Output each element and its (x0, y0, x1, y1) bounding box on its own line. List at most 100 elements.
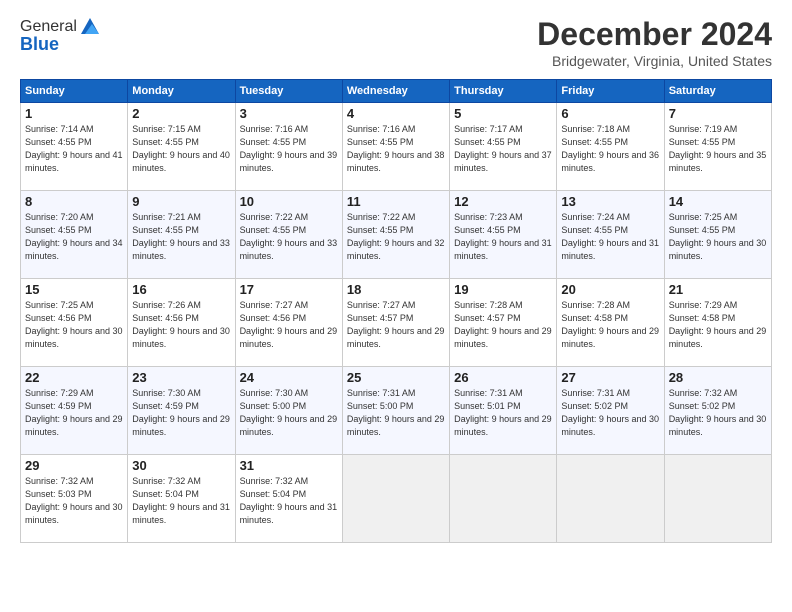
day-number: 4 (347, 106, 445, 121)
day-info: Sunrise: 7:26 AM Sunset: 4:56 PM Dayligh… (132, 299, 230, 351)
calendar-row: 8Sunrise: 7:20 AM Sunset: 4:55 PM Daylig… (21, 191, 772, 279)
day-number: 15 (25, 282, 123, 297)
table-row: 21 Sunrise: 7:29 AM Sunset: 4:58 PM Dayli… (664, 279, 771, 367)
day-info: Sunrise: 7:16 AM Sunset: 4:55 PM Dayligh… (347, 123, 445, 175)
day-info: Sunrise: 7:15 AM Sunset: 4:55 PM Dayligh… (132, 123, 230, 175)
day-info: Sunrise: 7:28 AM Sunset: 4:58 PM Dayligh… (561, 299, 659, 351)
day-number: 10 (240, 194, 338, 209)
day-info: Sunrise: 7:17 AM Sunset: 4:55 PM Dayligh… (454, 123, 552, 175)
day-info: Sunrise: 7:32 AM Sunset: 5:03 PM Dayligh… (25, 475, 123, 527)
day-info: Sunrise: 7:24 AM Sunset: 4:55 PM Dayligh… (561, 211, 659, 263)
day-number: 11 (347, 194, 445, 209)
table-row: 1 Sunrise: 7:14 AM Sunset: 4:55 PM Daylig… (21, 103, 128, 191)
day-number: 3 (240, 106, 338, 121)
day-info: Sunrise: 7:22 AM Sunset: 4:55 PM Dayligh… (240, 211, 338, 263)
col-wednesday: Wednesday (342, 80, 449, 103)
day-info: Sunrise: 7:25 AM Sunset: 4:55 PM Dayligh… (669, 211, 767, 263)
day-info: Sunrise: 7:32 AM Sunset: 5:02 PM Dayligh… (669, 387, 767, 439)
day-number: 9 (132, 194, 230, 209)
day-number: 8 (25, 194, 123, 209)
table-row (557, 455, 664, 543)
calendar-row: 1 Sunrise: 7:14 AM Sunset: 4:55 PM Daylig… (21, 103, 772, 191)
day-number: 23 (132, 370, 230, 385)
table-row: 22Sunrise: 7:29 AM Sunset: 4:59 PM Dayli… (21, 367, 128, 455)
table-row: 15 Sunrise: 7:25 AM Sunset: 4:56 PM Dayli… (21, 279, 128, 367)
day-info: Sunrise: 7:32 AM Sunset: 5:04 PM Dayligh… (240, 475, 338, 527)
month-title: December 2024 (537, 16, 772, 53)
table-row: 2 Sunrise: 7:15 AM Sunset: 4:55 PM Daylig… (128, 103, 235, 191)
table-row: 6 Sunrise: 7:18 AM Sunset: 4:55 PM Daylig… (557, 103, 664, 191)
table-row: 17Sunrise: 7:27 AM Sunset: 4:56 PM Dayli… (235, 279, 342, 367)
calendar-row: 29 Sunrise: 7:32 AM Sunset: 5:03 PM Dayli… (21, 455, 772, 543)
logo-icon (79, 16, 101, 38)
day-number: 25 (347, 370, 445, 385)
table-row: 3Sunrise: 7:16 AM Sunset: 4:55 PM Daylig… (235, 103, 342, 191)
day-number: 21 (669, 282, 767, 297)
calendar-row: 22Sunrise: 7:29 AM Sunset: 4:59 PM Dayli… (21, 367, 772, 455)
day-info: Sunrise: 7:30 AM Sunset: 5:00 PM Dayligh… (240, 387, 338, 439)
day-info: Sunrise: 7:25 AM Sunset: 4:56 PM Dayligh… (25, 299, 123, 351)
calendar-row: 15 Sunrise: 7:25 AM Sunset: 4:56 PM Dayli… (21, 279, 772, 367)
day-number: 6 (561, 106, 659, 121)
location-title: Bridgewater, Virginia, United States (537, 53, 772, 69)
table-row: 26Sunrise: 7:31 AM Sunset: 5:01 PM Dayli… (450, 367, 557, 455)
table-row: 14Sunrise: 7:25 AM Sunset: 4:55 PM Dayli… (664, 191, 771, 279)
calendar-page: General Blue December 2024 Bridgewater, … (0, 0, 792, 612)
day-info: Sunrise: 7:31 AM Sunset: 5:02 PM Dayligh… (561, 387, 659, 439)
day-number: 20 (561, 282, 659, 297)
table-row (342, 455, 449, 543)
col-thursday: Thursday (450, 80, 557, 103)
col-saturday: Saturday (664, 80, 771, 103)
table-row: 28 Sunrise: 7:32 AM Sunset: 5:02 PM Dayli… (664, 367, 771, 455)
day-number: 26 (454, 370, 552, 385)
table-row: 27Sunrise: 7:31 AM Sunset: 5:02 PM Dayli… (557, 367, 664, 455)
table-row: 12Sunrise: 7:23 AM Sunset: 4:55 PM Dayli… (450, 191, 557, 279)
day-info: Sunrise: 7:29 AM Sunset: 4:58 PM Dayligh… (669, 299, 767, 351)
day-info: Sunrise: 7:30 AM Sunset: 4:59 PM Dayligh… (132, 387, 230, 439)
table-row: 9 Sunrise: 7:21 AM Sunset: 4:55 PM Daylig… (128, 191, 235, 279)
table-row: 7Sunrise: 7:19 AM Sunset: 4:55 PM Daylig… (664, 103, 771, 191)
table-row: 5 Sunrise: 7:17 AM Sunset: 4:55 PM Daylig… (450, 103, 557, 191)
day-info: Sunrise: 7:27 AM Sunset: 4:57 PM Dayligh… (347, 299, 445, 351)
col-tuesday: Tuesday (235, 80, 342, 103)
day-number: 29 (25, 458, 123, 473)
col-monday: Monday (128, 80, 235, 103)
day-number: 30 (132, 458, 230, 473)
day-number: 28 (669, 370, 767, 385)
day-number: 31 (240, 458, 338, 473)
table-row: 10 Sunrise: 7:22 AM Sunset: 4:55 PM Dayli… (235, 191, 342, 279)
day-info: Sunrise: 7:28 AM Sunset: 4:57 PM Dayligh… (454, 299, 552, 351)
title-block: December 2024 Bridgewater, Virginia, Uni… (537, 16, 772, 69)
day-info: Sunrise: 7:31 AM Sunset: 5:00 PM Dayligh… (347, 387, 445, 439)
table-row: 19 Sunrise: 7:28 AM Sunset: 4:57 PM Dayli… (450, 279, 557, 367)
day-number: 2 (132, 106, 230, 121)
day-number: 22 (25, 370, 123, 385)
day-number: 5 (454, 106, 552, 121)
table-row: 20 Sunrise: 7:28 AM Sunset: 4:58 PM Dayli… (557, 279, 664, 367)
calendar-header-row: Sunday Monday Tuesday Wednesday Thursday… (21, 80, 772, 103)
day-number: 1 (25, 106, 123, 121)
table-row: 18Sunrise: 7:27 AM Sunset: 4:57 PM Dayli… (342, 279, 449, 367)
day-number: 16 (132, 282, 230, 297)
day-number: 17 (240, 282, 338, 297)
table-row (664, 455, 771, 543)
day-info: Sunrise: 7:19 AM Sunset: 4:55 PM Dayligh… (669, 123, 767, 175)
day-number: 24 (240, 370, 338, 385)
table-row: 8Sunrise: 7:20 AM Sunset: 4:55 PM Daylig… (21, 191, 128, 279)
day-number: 19 (454, 282, 552, 297)
day-info: Sunrise: 7:14 AM Sunset: 4:55 PM Dayligh… (25, 123, 123, 175)
day-info: Sunrise: 7:23 AM Sunset: 4:55 PM Dayligh… (454, 211, 552, 263)
day-info: Sunrise: 7:18 AM Sunset: 4:55 PM Dayligh… (561, 123, 659, 175)
table-row (450, 455, 557, 543)
table-row: 16 Sunrise: 7:26 AM Sunset: 4:56 PM Dayli… (128, 279, 235, 367)
col-sunday: Sunday (21, 80, 128, 103)
calendar-table: Sunday Monday Tuesday Wednesday Thursday… (20, 79, 772, 543)
table-row: 25 Sunrise: 7:31 AM Sunset: 5:00 PM Dayli… (342, 367, 449, 455)
day-info: Sunrise: 7:21 AM Sunset: 4:55 PM Dayligh… (132, 211, 230, 263)
day-info: Sunrise: 7:32 AM Sunset: 5:04 PM Dayligh… (132, 475, 230, 527)
table-row: 11Sunrise: 7:22 AM Sunset: 4:55 PM Dayli… (342, 191, 449, 279)
page-header: General Blue December 2024 Bridgewater, … (20, 16, 772, 69)
table-row: 29 Sunrise: 7:32 AM Sunset: 5:03 PM Dayli… (21, 455, 128, 543)
table-row: 13Sunrise: 7:24 AM Sunset: 4:55 PM Dayli… (557, 191, 664, 279)
table-row: 4 Sunrise: 7:16 AM Sunset: 4:55 PM Daylig… (342, 103, 449, 191)
